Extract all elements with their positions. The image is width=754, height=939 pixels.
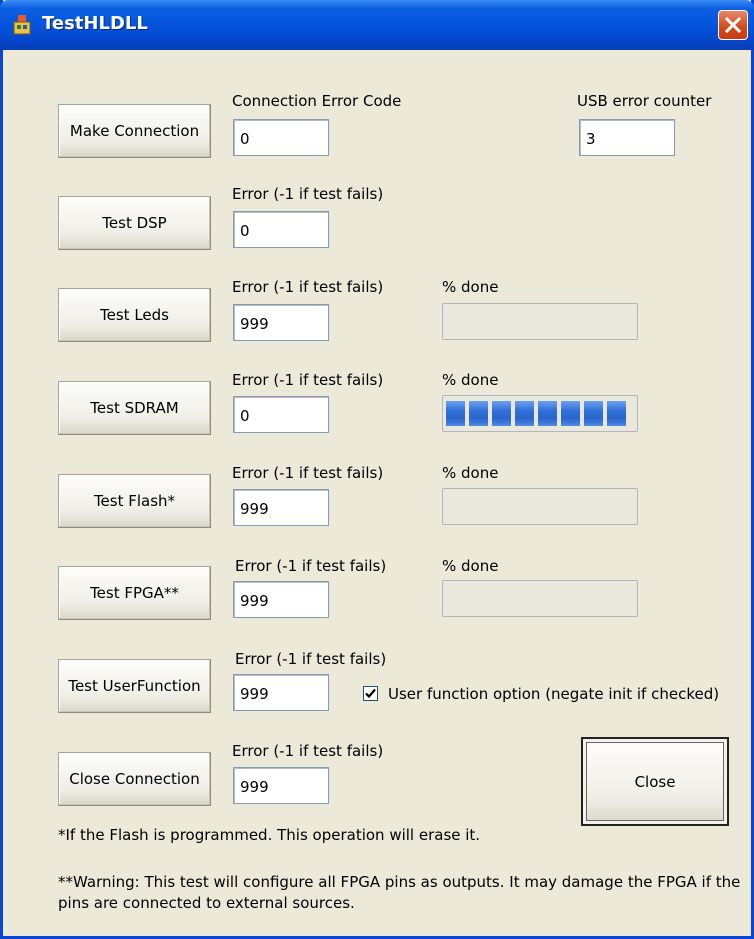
dsp-error-field[interactable]: 0 bbox=[233, 211, 329, 248]
title-bar[interactable]: TestHLDLL bbox=[0, 0, 754, 50]
check-icon bbox=[365, 688, 376, 699]
sdram-progress-bar bbox=[442, 395, 638, 432]
usb-error-counter-label: USB error counter bbox=[577, 92, 712, 110]
fpga-progress-bar bbox=[442, 580, 638, 617]
user-function-option-label[interactable]: User function option (negate init if che… bbox=[388, 685, 719, 703]
userfunction-error-label: Error (-1 if test fails) bbox=[235, 650, 387, 668]
flash-note: *If the Flash is programmed. This operat… bbox=[58, 826, 481, 844]
close-window-button[interactable] bbox=[718, 10, 748, 40]
close-icon bbox=[725, 17, 741, 33]
close-error-label: Error (-1 if test fails) bbox=[232, 742, 384, 760]
window-title: TestHLDLL bbox=[42, 13, 148, 34]
app-icon bbox=[13, 15, 31, 35]
test-flash-button[interactable]: Test Flash* bbox=[58, 474, 211, 528]
user-function-checkbox[interactable] bbox=[363, 686, 378, 701]
fpga-error-label: Error (-1 if test fails) bbox=[235, 557, 387, 575]
fpga-warning-note: **Warning: This test will configure all … bbox=[58, 873, 741, 912]
fpga-percent-done-label: % done bbox=[442, 557, 499, 575]
flash-progress-bar bbox=[442, 488, 638, 525]
progress-segment bbox=[515, 401, 534, 426]
close-button[interactable]: Close bbox=[581, 737, 729, 826]
progress-segment bbox=[584, 401, 603, 426]
fpga-error-field[interactable]: 999 bbox=[233, 581, 329, 618]
flash-error-label: Error (-1 if test fails) bbox=[232, 464, 384, 482]
leds-error-label: Error (-1 if test fails) bbox=[232, 278, 384, 296]
dsp-error-label: Error (-1 if test fails) bbox=[232, 185, 384, 203]
connection-error-code-field[interactable]: 0 bbox=[233, 119, 329, 156]
close-connection-button[interactable]: Close Connection bbox=[58, 752, 211, 806]
flash-percent-done-label: % done bbox=[442, 464, 499, 482]
progress-segment bbox=[538, 401, 557, 426]
progress-segment bbox=[492, 401, 511, 426]
userfunction-error-field[interactable]: 999 bbox=[233, 674, 329, 711]
test-hldll-window: TestHLDLL Make Connection Connection Err… bbox=[0, 0, 754, 939]
leds-progress-bar bbox=[442, 303, 638, 340]
sdram-error-field[interactable]: 0 bbox=[233, 396, 329, 433]
test-userfunction-button[interactable]: Test UserFunction bbox=[58, 659, 211, 713]
test-leds-button[interactable]: Test Leds bbox=[58, 288, 211, 342]
test-dsp-button[interactable]: Test DSP bbox=[58, 196, 211, 250]
test-fpga-button[interactable]: Test FPGA** bbox=[58, 566, 211, 620]
usb-error-counter-field[interactable]: 3 bbox=[579, 119, 675, 156]
close-error-field[interactable]: 999 bbox=[233, 767, 329, 804]
progress-segment bbox=[446, 401, 465, 426]
progress-segment bbox=[469, 401, 488, 426]
connection-error-code-label: Connection Error Code bbox=[232, 92, 402, 110]
test-sdram-button[interactable]: Test SDRAM bbox=[58, 381, 211, 435]
leds-error-field[interactable]: 999 bbox=[233, 304, 329, 341]
sdram-error-label: Error (-1 if test fails) bbox=[232, 371, 384, 389]
sdram-percent-done-label: % done bbox=[442, 371, 499, 389]
leds-percent-done-label: % done bbox=[442, 278, 499, 296]
progress-segment bbox=[561, 401, 580, 426]
flash-error-field[interactable]: 999 bbox=[233, 489, 329, 526]
make-connection-button[interactable]: Make Connection bbox=[58, 104, 211, 158]
progress-segment bbox=[607, 401, 626, 426]
